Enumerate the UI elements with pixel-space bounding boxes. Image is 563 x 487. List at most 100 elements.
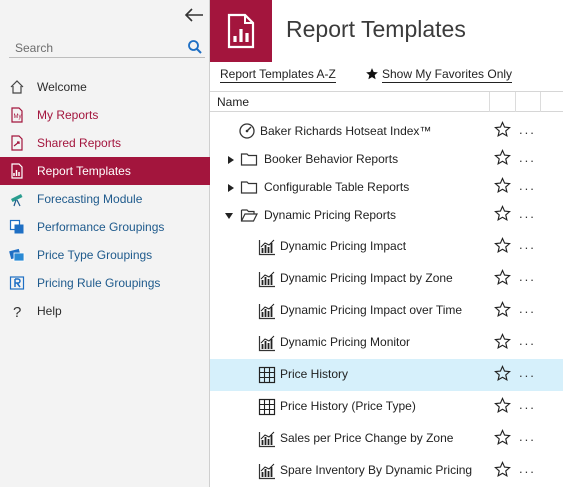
column-divider[interactable] bbox=[515, 92, 516, 112]
favorite-star-icon[interactable] bbox=[494, 333, 511, 350]
performance-groupings-icon bbox=[8, 218, 26, 236]
favorite-star-icon[interactable] bbox=[494, 461, 511, 478]
report-templates-icon bbox=[8, 162, 26, 180]
report-tree: Baker Richards Hotseat Index™ ... Booker… bbox=[210, 117, 563, 487]
column-header-name[interactable]: Name bbox=[217, 95, 249, 109]
report-templates-app-icon bbox=[210, 0, 272, 62]
star-filled-icon[interactable] bbox=[365, 67, 379, 81]
tree-row-label: Price History (Price Type) bbox=[280, 399, 416, 413]
sidebar-item-pricing-rule-groupings[interactable]: Pricing Rule Groupings bbox=[0, 269, 210, 297]
favorite-star-icon[interactable] bbox=[494, 121, 511, 138]
favorite-star-icon[interactable] bbox=[494, 177, 511, 194]
tree-row-label: Booker Behavior Reports bbox=[264, 152, 399, 166]
pricing-rule-groupings-icon bbox=[8, 274, 26, 292]
tree-row-label: Price History bbox=[280, 367, 349, 381]
favorite-star-icon[interactable] bbox=[494, 205, 511, 222]
tab-show-favorites-only[interactable]: Show My Favorites Only bbox=[382, 67, 513, 83]
sidebar-item-label: Report Templates bbox=[37, 164, 131, 178]
tree-row-booker-behavior[interactable]: Booker Behavior Reports ... bbox=[210, 145, 563, 173]
more-options-button[interactable]: ... bbox=[519, 206, 536, 221]
more-options-button[interactable]: ... bbox=[519, 461, 536, 476]
sidebar-item-report-templates[interactable]: Report Templates bbox=[0, 157, 210, 185]
help-icon: ? bbox=[8, 302, 26, 320]
tree-row-label: Dynamic Pricing Reports bbox=[264, 208, 397, 222]
sidebar-item-help[interactable]: ? Help bbox=[0, 297, 210, 325]
svg-text:My: My bbox=[14, 114, 22, 120]
more-options-button[interactable]: ... bbox=[519, 365, 536, 380]
table-header: Name bbox=[210, 91, 563, 112]
tree-row-dynamic-pricing-impact[interactable]: Dynamic Pricing Impact ... bbox=[210, 231, 563, 263]
folder-icon bbox=[240, 150, 258, 168]
tree-row-dynamic-pricing[interactable]: Dynamic Pricing Reports ... bbox=[210, 201, 563, 231]
more-options-button[interactable]: ... bbox=[519, 269, 536, 284]
tree-row-label: Dynamic Pricing Impact over Time bbox=[280, 303, 463, 317]
tree-row-dynamic-pricing-impact-over-time[interactable]: Dynamic Pricing Impact over Time ... bbox=[210, 295, 563, 327]
my-reports-icon: My bbox=[8, 106, 26, 124]
search-icon[interactable] bbox=[187, 39, 203, 55]
tree-row-sales-per-price-change[interactable]: Sales per Price Change by Zone ... bbox=[210, 423, 563, 455]
column-divider[interactable] bbox=[540, 92, 541, 112]
tree-row-label: Spare Inventory By Dynamic Pricing bbox=[280, 463, 473, 477]
tree-row-configurable-table[interactable]: Configurable Table Reports ... bbox=[210, 173, 563, 201]
folder-icon bbox=[240, 178, 258, 196]
more-options-button[interactable]: ... bbox=[519, 429, 536, 444]
sidebar-item-price-type-groupings[interactable]: Price Type Groupings bbox=[0, 241, 210, 269]
more-options-button[interactable]: ... bbox=[519, 397, 536, 412]
search-input[interactable] bbox=[9, 38, 179, 57]
favorite-star-icon[interactable] bbox=[494, 269, 511, 286]
favorite-star-icon[interactable] bbox=[494, 429, 511, 446]
chart-icon bbox=[258, 238, 276, 256]
page-title: Report Templates bbox=[286, 16, 466, 42]
table-icon bbox=[258, 366, 276, 384]
favorite-star-icon[interactable] bbox=[494, 149, 511, 166]
tree-row-label: Dynamic Pricing Impact by Zone bbox=[280, 271, 453, 285]
tree-row-spare-inventory[interactable]: Spare Inventory By Dynamic Pricing ... bbox=[210, 455, 563, 487]
telescope-icon bbox=[8, 190, 26, 208]
favorite-star-icon[interactable] bbox=[494, 237, 511, 254]
sidebar-item-performance-groupings[interactable]: Performance Groupings bbox=[0, 213, 210, 241]
expand-arrow-icon[interactable] bbox=[226, 154, 236, 164]
collapse-arrow-icon[interactable] bbox=[224, 210, 234, 220]
tree-row-label: Sales per Price Change by Zone bbox=[280, 431, 454, 445]
back-arrow-icon[interactable] bbox=[183, 6, 205, 24]
more-options-button[interactable]: ... bbox=[519, 237, 536, 252]
tree-row-label: Baker Richards Hotseat Index™ bbox=[260, 124, 432, 138]
sidebar-item-label: Welcome bbox=[37, 80, 87, 94]
chart-icon bbox=[258, 302, 276, 320]
favorite-star-icon[interactable] bbox=[494, 365, 511, 382]
tree-row-price-history-price-type[interactable]: Price History (Price Type) ... bbox=[210, 391, 563, 423]
tree-row-dynamic-pricing-impact-by-zone[interactable]: Dynamic Pricing Impact by Zone ... bbox=[210, 263, 563, 295]
favorite-star-icon[interactable] bbox=[494, 397, 511, 414]
sidebar-item-forecasting-module[interactable]: Forecasting Module bbox=[0, 185, 210, 213]
home-icon bbox=[8, 78, 26, 96]
sidebar-item-shared-reports[interactable]: Shared Reports bbox=[0, 129, 210, 157]
sidebar-item-my-reports[interactable]: My My Reports bbox=[0, 101, 210, 129]
folder-open-icon bbox=[240, 206, 258, 224]
tab-report-templates-az[interactable]: Report Templates A-Z bbox=[220, 67, 336, 83]
sidebar: Welcome My My Reports Shared Reports Rep… bbox=[0, 0, 210, 487]
sidebar-item-label: Price Type Groupings bbox=[37, 248, 153, 262]
table-icon bbox=[258, 398, 276, 416]
tree-row-dynamic-pricing-monitor[interactable]: Dynamic Pricing Monitor ... bbox=[210, 327, 563, 359]
shared-reports-icon bbox=[8, 134, 26, 152]
more-options-button[interactable]: ... bbox=[519, 333, 536, 348]
chart-icon bbox=[258, 334, 276, 352]
tab-bar: Report Templates A-Z Show My Favorites O… bbox=[210, 62, 563, 92]
tree-row-hotseat-index[interactable]: Baker Richards Hotseat Index™ ... bbox=[210, 117, 563, 145]
column-divider[interactable] bbox=[489, 92, 490, 112]
price-type-groupings-icon bbox=[8, 246, 26, 264]
favorite-star-icon[interactable] bbox=[494, 301, 511, 318]
more-options-button[interactable]: ... bbox=[519, 178, 536, 193]
expand-arrow-icon[interactable] bbox=[226, 182, 236, 192]
more-options-button[interactable]: ... bbox=[519, 150, 536, 165]
tree-row-label: Dynamic Pricing Monitor bbox=[280, 335, 411, 349]
sidebar-nav: Welcome My My Reports Shared Reports Rep… bbox=[0, 73, 210, 325]
sidebar-item-label: Pricing Rule Groupings bbox=[37, 276, 161, 290]
sidebar-item-label: Performance Groupings bbox=[37, 220, 165, 234]
sidebar-item-welcome[interactable]: Welcome bbox=[0, 73, 210, 101]
more-options-button[interactable]: ... bbox=[519, 122, 536, 137]
search-box bbox=[9, 38, 205, 58]
tree-row-label: Dynamic Pricing Impact bbox=[280, 239, 407, 253]
tree-row-price-history[interactable]: Price History ... bbox=[210, 359, 563, 391]
more-options-button[interactable]: ... bbox=[519, 301, 536, 316]
